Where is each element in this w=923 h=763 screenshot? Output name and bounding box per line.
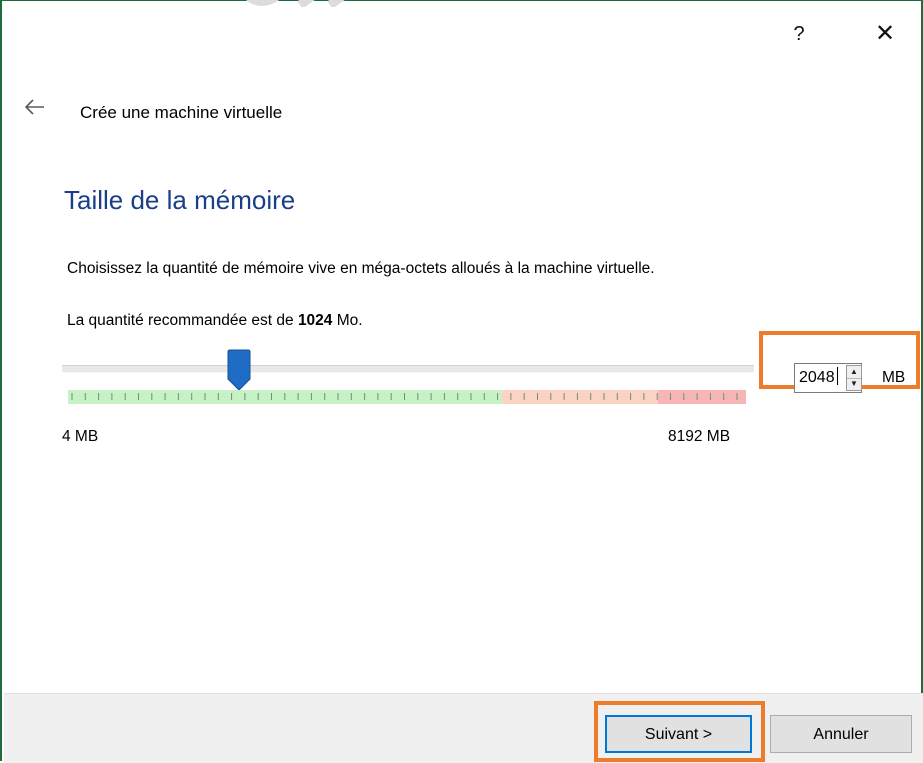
help-button[interactable]: ? bbox=[784, 19, 814, 49]
scale-orange-zone bbox=[501, 390, 658, 404]
recommended-prefix: La quantité recommandée est de bbox=[67, 312, 298, 329]
memory-slider-handle[interactable] bbox=[227, 349, 251, 391]
page-title: Taille de la mémoire bbox=[64, 185, 296, 215]
dialog-window: ? ✕ Crée une machine virtuelle Taille de… bbox=[0, 0, 923, 763]
memory-max-label: 8192 MB bbox=[668, 428, 731, 445]
memory-spin-buttons: ▲ ▼ bbox=[846, 365, 862, 391]
memory-slider-track[interactable] bbox=[62, 365, 754, 373]
memory-unit-label: MB bbox=[882, 369, 906, 386]
next-button[interactable]: Suivant > bbox=[605, 715, 752, 753]
recommended-memory-text: La quantité recommandée est de 1024 Mo. bbox=[67, 312, 363, 330]
memory-description: Choisissez la quantité de mémoire vive e… bbox=[67, 260, 655, 277]
wizard-title: Crée une machine virtuelle bbox=[80, 103, 283, 122]
scale-red-zone bbox=[657, 390, 746, 404]
memory-slider-scale bbox=[68, 390, 746, 404]
cancel-button[interactable]: Annuler bbox=[770, 715, 912, 753]
watermark-fragment bbox=[246, 0, 345, 7]
arrow-left-icon[interactable] bbox=[22, 97, 48, 121]
recommended-suffix: Mo. bbox=[332, 312, 363, 329]
memory-value: 2048 bbox=[799, 369, 835, 386]
close-button[interactable]: ✕ bbox=[870, 19, 900, 49]
text-caret bbox=[836, 367, 838, 386]
recommended-value: 1024 bbox=[297, 312, 333, 329]
memory-min-label: 4 MB bbox=[62, 428, 99, 445]
spin-down-icon[interactable]: ▼ bbox=[847, 378, 861, 390]
